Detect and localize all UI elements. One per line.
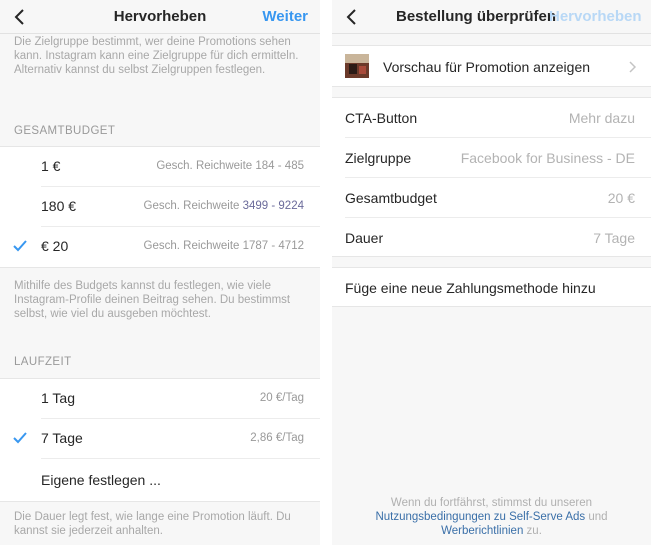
detail-value: Mehr dazu xyxy=(568,110,635,126)
detail-row-duration: Dauer 7 Tage xyxy=(332,218,651,258)
detail-label: Zielgruppe xyxy=(345,150,412,166)
nav-bar: Bestellung überprüfen Hervorheben xyxy=(332,0,651,34)
back-arrow-icon[interactable] xyxy=(344,8,362,26)
budget-options: 1 € Gesch. Reichweite 184 - 485 180 € Ge… xyxy=(0,146,320,268)
duration-option-1-day[interactable]: 1 Tag 20 €/Tag xyxy=(0,379,320,419)
detail-value: 20 € xyxy=(607,190,635,206)
duration-option-custom[interactable]: Eigene festlegen ... xyxy=(0,461,320,501)
next-button[interactable]: Weiter xyxy=(262,8,308,25)
chevron-right-icon xyxy=(629,61,637,73)
duration-option-7-days[interactable]: 7 Tage 2,86 €/Tag xyxy=(0,419,320,459)
duration-label: 7 Tage xyxy=(41,430,83,446)
estimated-reach: Gesch. Reichweite 1787 - 4712 xyxy=(143,240,304,252)
detail-row-cta: CTA-Button Mehr dazu xyxy=(332,98,651,138)
budget-section-header: GESAMTBUDGET xyxy=(14,125,116,137)
budget-amount: € 20 xyxy=(41,238,69,254)
review-order-screen: Bestellung überprüfen Hervorheben Vorsch… xyxy=(332,0,651,545)
terms-link[interactable]: Nutzungsbedingungen zu Self-Serve Ads xyxy=(375,511,585,523)
duration-section-header: LAUFZEIT xyxy=(14,356,72,368)
audience-info: Die Zielgruppe bestimmt, wer deine Promo… xyxy=(14,36,299,76)
post-thumbnail xyxy=(345,54,369,78)
detail-label: Gesamtbudget xyxy=(345,190,437,206)
add-payment-method-row[interactable]: Füge eine neue Zahlungsmethode hinzu xyxy=(332,267,651,307)
detail-row-audience: Zielgruppe Facebook for Business - DE xyxy=(332,138,651,178)
budget-amount: 1 € xyxy=(41,158,61,174)
detail-value: Facebook for Business - DE xyxy=(460,150,635,166)
detail-label: CTA-Button xyxy=(345,110,418,126)
terms-end: zu. xyxy=(526,525,542,537)
budget-info: Mithilfe des Budgets kannst du festlegen… xyxy=(14,280,291,320)
promotion-preview-row[interactable]: Vorschau für Promotion anzeigen xyxy=(332,45,651,87)
budget-option-2[interactable]: 180 € Gesch. Reichweite 3499 - 9224 xyxy=(0,187,320,227)
daily-price: 2,86 €/Tag xyxy=(250,432,304,444)
duration-info: Die Dauer legt fest, wie lange eine Prom… xyxy=(14,511,291,537)
budget-option-3[interactable]: € 20 Gesch. Reichweite 1787 - 4712 xyxy=(0,227,320,267)
detail-label: Dauer xyxy=(345,230,384,246)
duration-options: 1 Tag 20 €/Tag 7 Tage 2,86 €/Tag Eigene … xyxy=(0,378,320,502)
terms-and: und xyxy=(588,511,608,523)
detail-row-budget: Gesamtbudget 20 € xyxy=(332,178,651,218)
budget-screen: Hervorheben Weiter Die Zielgruppe bestim… xyxy=(0,0,320,545)
estimated-reach: Gesch. Reichweite 3499 - 9224 xyxy=(143,200,304,212)
checkmark-icon xyxy=(13,432,27,444)
page-title: Bestellung überprüfen xyxy=(396,8,557,25)
duration-label: Eigene festlegen ... xyxy=(41,472,161,488)
nav-bar: Hervorheben Weiter xyxy=(0,0,320,34)
order-details: CTA-Button Mehr dazu Zielgruppe Facebook… xyxy=(332,97,651,257)
divider xyxy=(41,458,320,459)
terms-footer: Wenn du fortfährst, stimmst du unseren N… xyxy=(332,496,651,538)
add-payment-label: Füge eine neue Zahlungsmethode hinzu xyxy=(345,280,596,296)
budget-option-1[interactable]: 1 € Gesch. Reichweite 184 - 485 xyxy=(0,147,320,187)
ad-policies-link[interactable]: Werberichtlinien xyxy=(441,525,523,537)
checkmark-icon xyxy=(13,240,27,252)
budget-amount: 180 € xyxy=(41,198,77,214)
terms-text: Wenn du fortfährst, stimmst du unseren xyxy=(390,497,593,509)
detail-value: 7 Tage xyxy=(593,230,635,246)
daily-price: 20 €/Tag xyxy=(259,392,304,404)
estimated-reach: Gesch. Reichweite 184 - 485 xyxy=(156,160,304,172)
preview-label: Vorschau für Promotion anzeigen xyxy=(383,59,591,75)
ghost-title: Hervorheben xyxy=(549,8,642,25)
duration-label: 1 Tag xyxy=(41,390,75,406)
